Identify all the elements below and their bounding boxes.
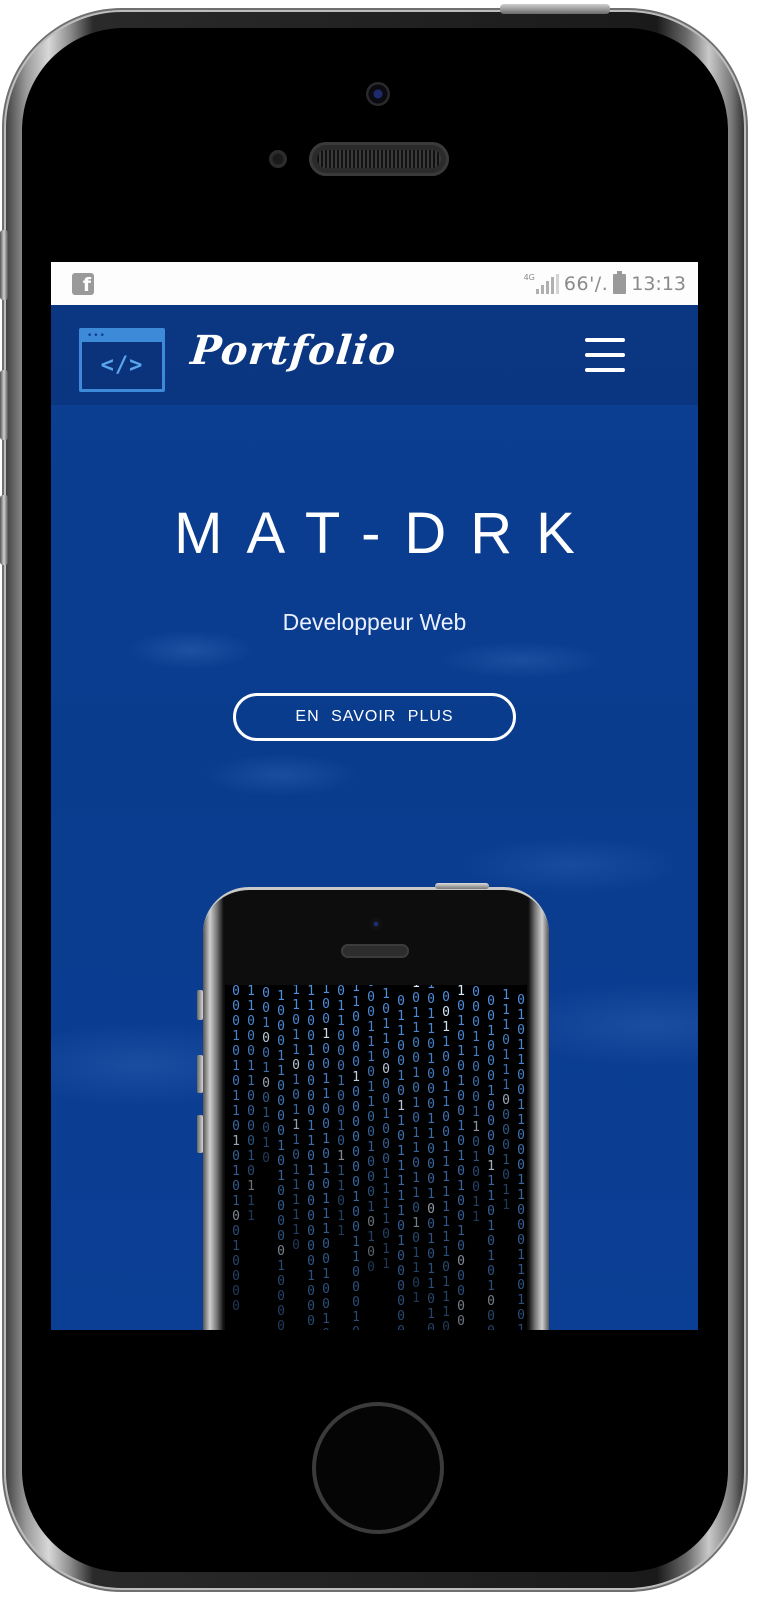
hamburger-menu-icon[interactable]: [583, 334, 629, 376]
binary-column: 0 0 0 1 0 1 0 1 1 0 1 0 1 0 1 0 0 1 0 0 …: [232, 985, 240, 1314]
hero-subtitle: Developpeur Web: [282, 609, 467, 635]
binary-column: 0 0 0 1 1 1 0 1 1 0 0 1 0 0 0 1 0 1 0 0: [367, 985, 375, 1275]
hero-phone-volume-up: [197, 1055, 203, 1093]
binary-column: 1 0 1 1 0 0 1 0 1 0 1 1 0 1 1 0 1 0 1 1 …: [412, 985, 420, 1306]
status-clock: 13:13: [631, 273, 686, 295]
hero-title: MAT-DRK: [174, 501, 599, 566]
hero-phone-mute-switch: [197, 990, 203, 1020]
power-button: [500, 4, 610, 14]
binary-column: 1 0 1 1 0 0 0 0 1 0 0 0 1 1 1 1 0 1 1: [382, 987, 390, 1272]
binary-column: 1 0 0 0 1 1 0 0 0 0 1 0 1 0 0 0 0 0 1 0 …: [277, 989, 285, 1330]
phone-screen: f 4G 66'/. 13:13 ••• </> Portfolio MAT-D…: [51, 262, 698, 1330]
code-window-icon[interactable]: ••• </>: [79, 328, 165, 392]
binary-column: 1 1 0 1 1 0 1 0 1 1 1 0 1 1 1 1 1 0: [292, 985, 300, 1253]
binary-column: 1 1 0 0 0 1 1 0 0 0 0 1 0 1 1 1: [247, 985, 255, 1224]
binary-column: 0 0 1 1 0 0 1 1 0 0 1 1 1 1 1 1 1 1 0 1 …: [442, 990, 450, 1330]
binary-column: 0 0 0 1 1 0 0 0 1 1 0 1 0 0 1 1: [472, 985, 480, 1225]
binary-column: 1 0 1 1 0 1 0 0 0 1 1 0 0 0 1 0 0 1 0 1 …: [427, 985, 435, 1330]
hero-phone-speaker: [341, 944, 409, 958]
signal-strength-icon: [535, 274, 559, 294]
binary-column: 1 1 0 0 0 0 1 0 0 0 0 0 0 0 1 0 0 1 1 0 …: [352, 985, 360, 1330]
binary-column: 0 0 1 0 0 0 1 0 0 0 0 1 1 1 0 1 0 1 0 1 …: [487, 994, 495, 1330]
hero-phone-power-button: [435, 883, 489, 889]
binary-column: 1 1 0 0 1 0 0 0 0 1 1 0 1 0 0 0 0 0 0 1 …: [307, 985, 315, 1330]
brand-name[interactable]: Portfolio: [189, 327, 399, 374]
logo-code-text: </>: [100, 353, 144, 378]
binary-column: 0 1 1 0 0 1 0 1 1 0 1 1 1 1 1 0 1 0 0 0 …: [397, 994, 405, 1330]
logo-window-dots: •••: [87, 331, 106, 341]
binary-column: 1 1 1 0 1 1 1 0 0 0 0 1 0 1 1: [502, 988, 510, 1213]
earpiece-speaker: [309, 142, 449, 176]
learn-more-button[interactable]: EN SAVOIR PLUS: [233, 693, 516, 741]
hero-phone-camera-icon: [370, 918, 382, 930]
network-type-label: 4G: [523, 272, 535, 282]
binary-column: 0 0 1 0 0 1 0 0 1 0 1 0: [262, 986, 270, 1166]
mute-switch: [0, 230, 8, 300]
navbar: ••• </> Portfolio: [51, 305, 698, 405]
binary-column: 1 0 1 0 1 0 1 0 0 1 0 1 0 1 0 0 1 0 0 0 …: [457, 985, 465, 1330]
battery-icon: [613, 271, 627, 294]
status-bar: f 4G 66'/. 13:13: [51, 262, 698, 305]
volume-up-button: [0, 370, 8, 440]
facebook-icon: f: [72, 273, 94, 295]
home-button[interactable]: [312, 1402, 444, 1534]
binary-column: 1 0 0 1 0 0 1 1 0 0 1 0 1 0 1 1 1 0 0 1 …: [322, 985, 330, 1330]
hero-phone-image: 0 0 0 1 0 1 0 1 1 0 1 0 1 0 1 0 0 1 0 0 …: [197, 883, 549, 1330]
battery-percent: 66'/.: [563, 273, 609, 295]
binary-column: 0 1 1 0 0 0 1 0 0 1 0 1 1 1 0 1 1: [337, 985, 345, 1239]
proximity-sensor: [269, 150, 287, 168]
front-camera-icon: [366, 82, 390, 106]
volume-down-button: [0, 495, 8, 565]
matrix-binary-screen: 0 0 0 1 0 1 0 1 1 0 1 0 1 0 1 0 0 1 0 0 …: [225, 985, 527, 1330]
binary-column: 0 1 0 1 1 0 0 1 1 0 0 0 1 1 0 0 0 1 1 0 …: [517, 993, 525, 1330]
hero-phone-volume-down: [197, 1115, 203, 1153]
hero-section: ••• </> Portfolio MAT-DRK Developpeur We…: [51, 305, 698, 1330]
